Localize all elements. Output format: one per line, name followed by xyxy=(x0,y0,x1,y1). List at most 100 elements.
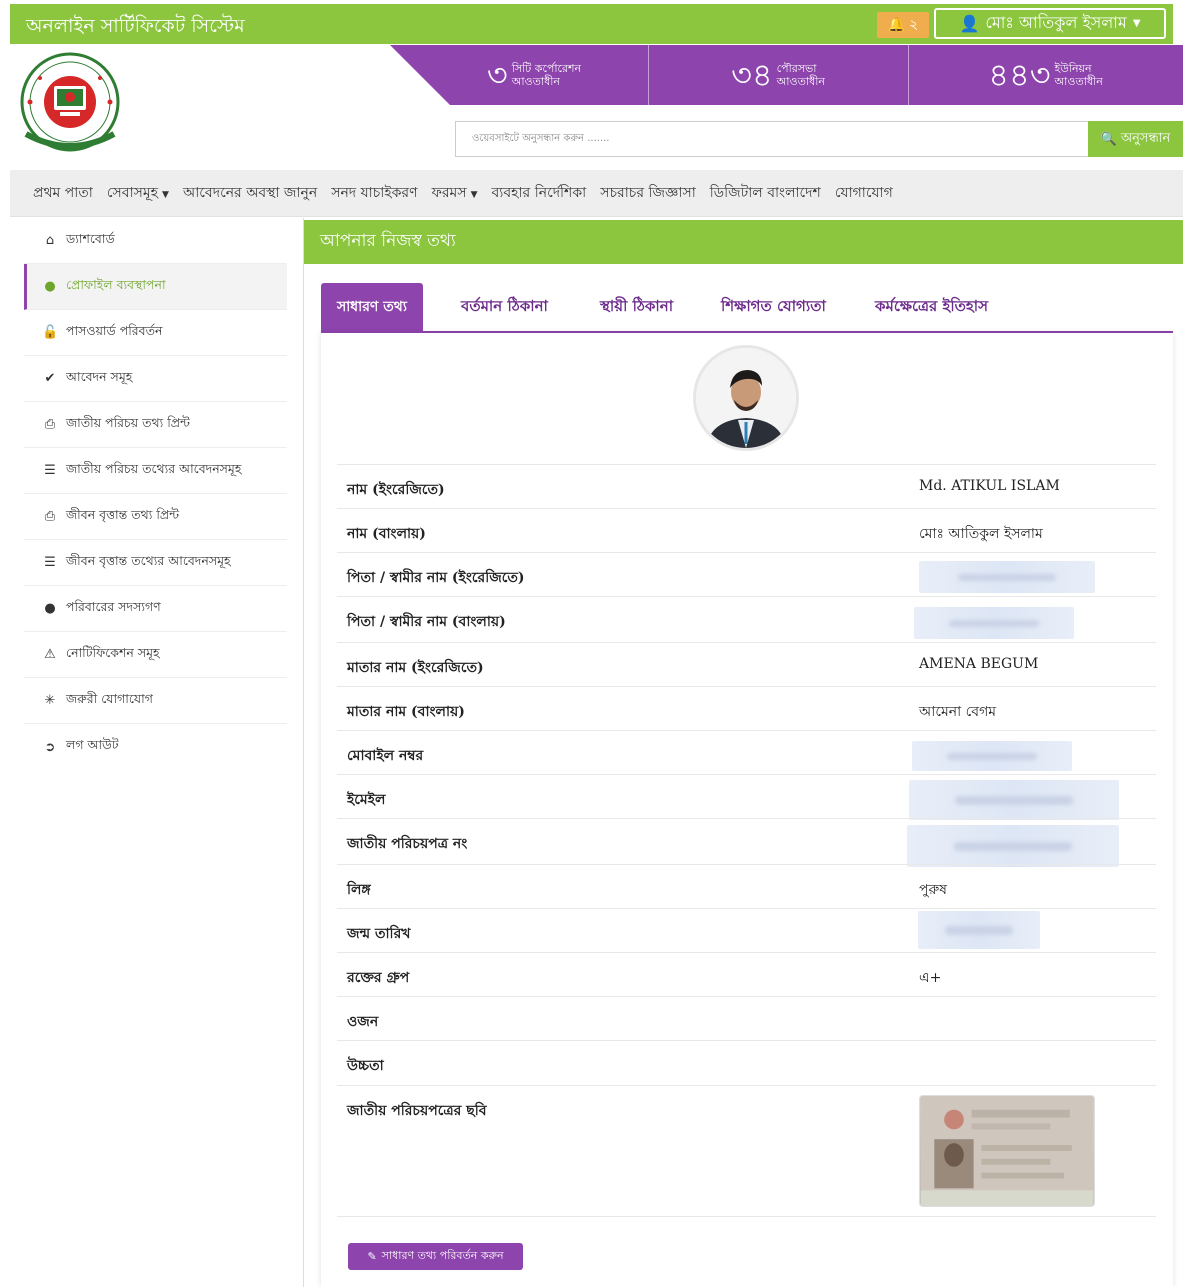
sidebar-item-family-members[interactable]: ● পরিবারের সদস্যগণ xyxy=(24,586,287,632)
sidebar-item-profile[interactable]: ● প্রোফাইল ব্যবস্থাপনা xyxy=(24,264,287,310)
field-value: মোঃ আতিকুল ইসলাম xyxy=(919,526,1043,542)
sidebar-item-applications[interactable]: ✔ আবেদন সমূহ xyxy=(24,356,287,402)
content-divider xyxy=(303,218,304,1287)
sidebar-item-label: লগ আউট xyxy=(66,737,119,752)
field-value: আমেনা বেগম xyxy=(919,704,997,720)
profile-row: মোবাইল নম্বর xyxy=(337,730,1156,774)
field-label: ওজন xyxy=(347,1014,379,1030)
field-label: জাতীয় পরিচয়পত্রের ছবি xyxy=(347,1103,487,1119)
stat-label: ইউনিয়ন xyxy=(1054,62,1092,75)
tab-work-history[interactable]: কর্মক্ষেত্রের ইতিহাস xyxy=(875,283,988,331)
tab-present-address[interactable]: বর্তমান ঠিকানা xyxy=(461,283,548,331)
user-icon: ● xyxy=(44,601,56,616)
field-label: পিতা / স্বামীর নাম (বাংলায়) xyxy=(347,614,506,630)
nav-certificate-verify[interactable]: সনদ যাচাইকরণ xyxy=(324,181,424,205)
stat-sublabel: আওতাধীন xyxy=(776,75,825,88)
sidebar-item-label: আবেদন সমূহ xyxy=(66,368,133,384)
field-label: মাতার নাম (ইংরেজিতে) xyxy=(347,660,484,676)
nav-contact[interactable]: যোগাযোগ xyxy=(828,181,900,205)
search-input[interactable]: ওয়েবসাইটে অনুসন্ধান করুন ....... xyxy=(455,121,1088,157)
user-icon: 👤 xyxy=(959,14,980,33)
stat-number: ৩৪ xyxy=(731,56,773,94)
profile-row: লিঙ্গ পুরুষ xyxy=(337,864,1156,908)
nav-user-guide[interactable]: ব্যবহার নির্দেশিকা xyxy=(485,181,594,205)
sidebar-item-nid-print[interactable]: ⎙ জাতীয় পরিচয় তথ্য প্রিন্ট xyxy=(24,402,287,448)
redacted-value xyxy=(918,911,1040,949)
sidebar-item-cv-print[interactable]: ⎙ জীবন বৃত্তান্ত তথ্য প্রিন্ট xyxy=(24,494,287,540)
prottoyon-logo[interactable] xyxy=(18,50,122,158)
user-icon: ● xyxy=(44,279,56,294)
stat-label: পৌরসভা xyxy=(776,62,817,75)
tab-education[interactable]: শিক্ষাগত যোগ্যতা xyxy=(721,283,826,331)
profile-row: ইমেইল xyxy=(337,774,1156,820)
field-value: এ+ xyxy=(919,970,942,986)
app-title[interactable]: অনলাইন সার্টিফিকেট সিস্টেম xyxy=(26,12,245,44)
home-icon: ⌂ xyxy=(45,233,55,248)
sidebar-item-label: জাতীয় পরিচয় তথ্যের আবেদনসমূহ xyxy=(66,460,242,476)
redacted-value xyxy=(914,607,1074,639)
notification-button[interactable]: 🔔 ২ xyxy=(877,12,929,38)
field-value: Md. ATIKUL ISLAM xyxy=(919,478,1060,494)
profile-avatar xyxy=(693,345,799,451)
field-label: নাম (ইংরেজিতে) xyxy=(347,482,445,498)
nav-application-status[interactable]: আবেদনের অবস্থা জানুন xyxy=(176,181,324,205)
nav-label: আবেদনের অবস্থা জানুন xyxy=(182,185,318,201)
search-button[interactable]: 🔍 অনুসন্ধান xyxy=(1088,121,1183,157)
profile-row: মাতার নাম (বাংলায়) আমেনা বেগম xyxy=(337,686,1156,730)
sidebar-item-change-password[interactable]: 🔓 পাসওয়ার্ড পরিবর্তন xyxy=(24,310,287,356)
tab-general-info[interactable]: সাধারণ তথ্য xyxy=(321,283,423,331)
sidebar-item-logout[interactable]: ➲ লগ আউট xyxy=(24,724,287,770)
user-name: মোঃ আতিকুল ইসলাম xyxy=(985,13,1127,32)
nav-label: ব্যবহার নির্দেশিকা xyxy=(491,185,587,201)
search-button-label: অনুসন্ধান xyxy=(1120,130,1171,146)
search-icon: 🔍 xyxy=(1100,131,1117,147)
logout-icon: ➲ xyxy=(44,739,56,755)
edit-icon: ✎ xyxy=(367,1250,377,1263)
sidebar-item-notifications[interactable]: ⚠ নোটিফিকেশন সমূহ xyxy=(24,632,287,678)
field-label: উচ্চতা xyxy=(347,1058,384,1074)
profile-row: উচ্চতা xyxy=(337,1040,1156,1084)
field-label: ইমেইল xyxy=(347,792,386,808)
tab-permanent-address[interactable]: স্থায়ী ঠিকানা xyxy=(600,283,673,331)
profile-row: জন্ম তারিখ xyxy=(337,908,1156,952)
redacted-value xyxy=(909,780,1119,820)
profile-row: জাতীয় পরিচয়পত্র নং xyxy=(337,818,1156,867)
redacted-value xyxy=(912,741,1072,771)
sidebar-item-label: জীবন বৃত্তান্ত তথ্যের আবেদনসমূহ xyxy=(66,552,231,568)
nid-card-image[interactable] xyxy=(919,1095,1095,1207)
nav-forms[interactable]: ফরমস ▼ xyxy=(425,181,485,205)
sidebar-item-dashboard[interactable]: ⌂ ড্যাশবোর্ড xyxy=(24,218,287,264)
edit-button-label: সাধারণ তথ্য পরিবর্তন করুন xyxy=(381,1249,504,1262)
sidebar-item-emergency-contact[interactable]: ✳ জরুরী যোগাযোগ xyxy=(24,678,287,724)
bell-icon: 🔔 xyxy=(887,17,906,33)
sidebar-item-label: প্রোফাইল ব্যবস্থাপনা xyxy=(66,276,166,292)
nav-label: সেবাসমূহ xyxy=(106,185,159,201)
nav-faq[interactable]: সচরাচর জিজ্ঞাসা xyxy=(593,181,703,205)
field-value: পুরুষ xyxy=(919,882,947,898)
sidebar-item-cv-applications[interactable]: ☰ জীবন বৃত্তান্ত তথ্যের আবেদনসমূহ xyxy=(24,540,287,586)
user-menu-button[interactable]: 👤 মোঃ আতিকুল ইসলাম ▼ xyxy=(934,8,1166,39)
stat-number: ৩ xyxy=(486,56,508,94)
warning-icon: ⚠ xyxy=(44,647,56,662)
asterisk-icon: ✳ xyxy=(44,693,56,708)
redacted-value xyxy=(919,561,1095,593)
nav-label: ডিজিটাল বাংলাদেশ xyxy=(709,185,821,201)
stat-label: সিটি কর্পোরেশন xyxy=(511,62,582,75)
sidebar-item-nid-applications[interactable]: ☰ জাতীয় পরিচয় তথ্যের আবেদনসমূহ xyxy=(24,448,287,494)
field-label: রক্তের গ্রুপ xyxy=(347,970,410,986)
nav-label: ফরমস xyxy=(431,185,467,201)
field-label: জন্ম তারিখ xyxy=(347,926,411,942)
profile-row: রক্তের গ্রুপ এ+ xyxy=(337,952,1156,996)
panel-title: আপনার নিজস্ব তথ্য xyxy=(304,220,1183,264)
stat-number: ৪৪৩ xyxy=(988,56,1051,94)
profile-row: পিতা / স্বামীর নাম (ইংরেজিতে) xyxy=(337,552,1156,596)
nav-digital-bangladesh[interactable]: ডিজিটাল বাংলাদেশ xyxy=(703,181,828,205)
check-icon: ✔ xyxy=(44,371,56,386)
nav-label: সচরাচর জিজ্ঞাসা xyxy=(600,185,696,201)
field-label: মাতার নাম (বাংলায়) xyxy=(347,704,465,720)
nav-home[interactable]: প্রথম পাতা xyxy=(26,181,100,205)
nav-services[interactable]: সেবাসমূহ ▼ xyxy=(100,181,176,205)
stat-union: ৪৪৩ ইউনিয়ন আওতাধীন xyxy=(908,45,1183,105)
edit-general-info-button[interactable]: ✎ সাধারণ তথ্য পরিবর্তন করুন xyxy=(348,1243,523,1270)
profile-row: নাম (বাংলায়) মোঃ আতিকুল ইসলাম xyxy=(337,508,1156,552)
